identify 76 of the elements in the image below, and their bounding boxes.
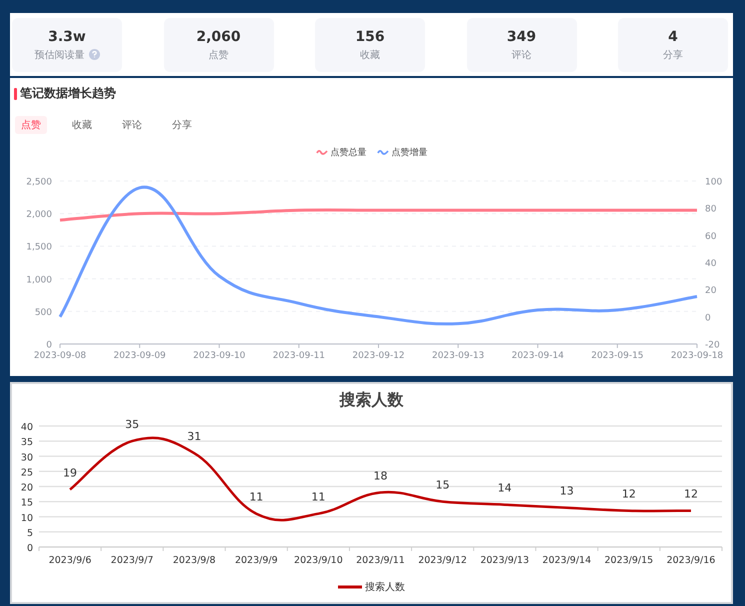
stat-label: 点赞 (208, 48, 228, 62)
axis-tick-label: 20 (20, 482, 33, 494)
axis-tick-label: 2023-09-13 (432, 351, 484, 361)
data-label: 35 (125, 418, 140, 432)
axis-tick-label: 10 (20, 512, 33, 524)
legend-label[interactable]: 点赞总量 (330, 146, 366, 159)
data-label: 11 (311, 490, 326, 504)
tab[interactable]: 收藏 (66, 116, 108, 134)
stat-label: 分享 (663, 48, 683, 62)
data-label: 12 (622, 488, 636, 501)
legend-line-icon (316, 149, 328, 156)
axis-tick-label: 2,000 (26, 210, 52, 220)
axis-tick-label: 0 (26, 543, 33, 554)
data-label: 14 (498, 482, 512, 495)
axis-tick-label: 40 (705, 259, 716, 269)
axis-tick-label: 100 (705, 178, 722, 188)
axis-tick-label: 35 (20, 437, 33, 448)
axis-tick-label: 2023-09-12 (352, 351, 405, 361)
axis-tick-label: 2023/9/16 (666, 555, 716, 566)
axis-tick-label: 0 (46, 340, 52, 350)
data-label: 31 (187, 430, 202, 444)
axis-tick-label: 1,000 (26, 275, 52, 286)
axis-tick-label: 500 (34, 308, 52, 318)
tab[interactable]: 分享 (166, 116, 208, 134)
stat-label: 预估阅读量 (34, 48, 84, 62)
data-label: 13 (560, 484, 574, 498)
stat-value: 3.3w (48, 28, 86, 44)
axis-tick-label: 2023/9/13 (480, 555, 530, 566)
data-label: 11 (249, 490, 264, 504)
axis-tick-label: 2023-09-11 (272, 351, 326, 361)
axis-tick-label: 2023-09-15 (591, 351, 644, 361)
tab[interactable]: 点赞 (15, 116, 47, 134)
axis-tick-label: 0 (705, 313, 711, 324)
axis-tick-label: 20 (705, 286, 716, 296)
stat-label: 收藏 (360, 48, 380, 62)
section-title: 笔记数据增长趋势 (20, 85, 116, 102)
axis-tick-label: 5 (26, 528, 33, 539)
tab[interactable]: 评论 (116, 116, 158, 134)
stat-value: 349 (506, 28, 536, 44)
axis-tick-label: 2023/9/12 (418, 555, 467, 566)
legend-label[interactable]: 点赞增量 (392, 146, 428, 159)
axis-tick-label: 2,500 (26, 178, 52, 188)
help-icon[interactable] (88, 49, 100, 60)
legend-label[interactable]: 搜索人数 (365, 580, 405, 594)
axis-tick-label: 2023/9/11 (356, 555, 405, 566)
axis-tick-label: 2023-09-08 (34, 351, 86, 361)
stat-label: 评论 (512, 48, 532, 62)
data-label: 12 (684, 488, 698, 501)
chart-title: 搜索人数 (338, 389, 404, 411)
axis-tick-label: 30 (20, 452, 33, 464)
axis-tick-label: 2023/9/9 (234, 555, 278, 566)
legend-line-icon (376, 149, 388, 156)
data-label: 19 (63, 466, 78, 480)
axis-tick-label: -20 (705, 340, 720, 350)
axis-tick-label: 15 (20, 498, 33, 509)
stat-value: 4 (668, 28, 678, 44)
axis-tick-label: 40 (20, 422, 33, 433)
axis-tick-label: 2023-09-18 (670, 351, 724, 361)
axis-tick-label: 2023/9/15 (604, 555, 654, 566)
axis-tick-label: 1,500 (26, 242, 52, 253)
legend-line-icon (338, 585, 362, 589)
axis-tick-label: 2023-09-14 (512, 351, 564, 361)
axis-tick-label: 2023/9/8 (172, 555, 216, 566)
axis-tick-label: 80 (705, 204, 716, 215)
data-label: 18 (374, 470, 388, 483)
axis-tick-label: 25 (20, 467, 33, 478)
axis-tick-label: 2023/9/14 (542, 555, 592, 566)
axis-tick-label: 2023-09-09 (113, 351, 166, 361)
axis-tick-label: 2023/9/7 (110, 555, 154, 566)
axis-tick-label: 2023/9/6 (48, 555, 92, 566)
axis-tick-label: 2023/9/10 (294, 555, 343, 566)
axis-tick-label: 60 (705, 232, 716, 242)
stat-value: 156 (355, 28, 385, 44)
axis-tick-label: 2023-09-10 (193, 351, 246, 361)
data-label: 15 (436, 478, 450, 492)
stat-value: 2,060 (196, 28, 241, 44)
